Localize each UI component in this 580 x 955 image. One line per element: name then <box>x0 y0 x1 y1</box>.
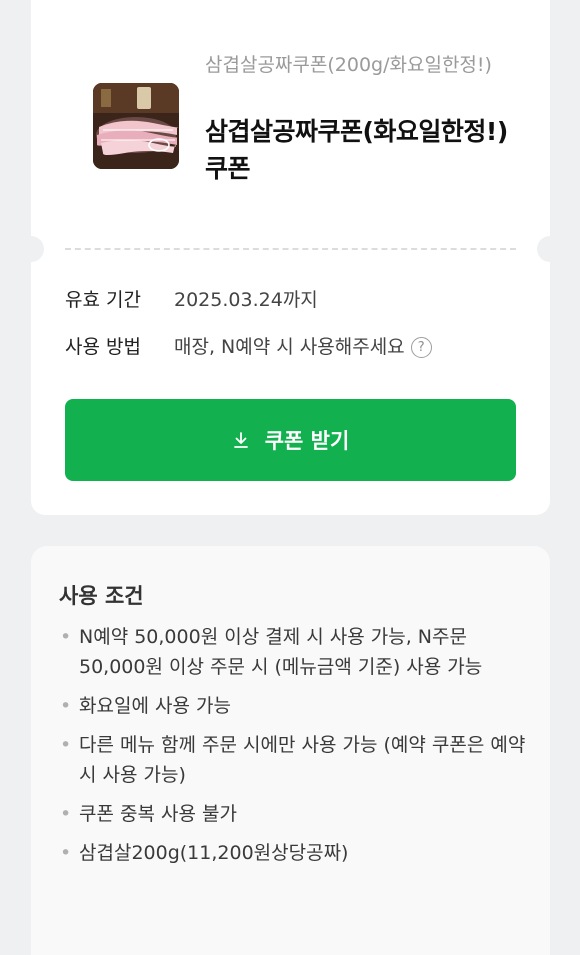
condition-item: • N예약 50,000원 이상 결제 시 사용 가능, N주문 50,000원 … <box>59 622 529 682</box>
dashed-divider <box>65 248 516 250</box>
coupon-card: 삼겹살공짜쿠폰(200g/화요일한정!) 삼겹살공짜쿠폰(화요일한정!) 쿠폰 … <box>18 0 563 515</box>
validity-row: 유효 기간 2025.03.24까지 <box>65 287 318 313</box>
condition-item: • 쿠폰 중복 사용 불가 <box>59 799 529 829</box>
usage-label: 사용 방법 <box>65 336 141 358</box>
condition-text: 화요일에 사용 가능 <box>79 695 231 717</box>
bullet-icon: • <box>60 695 72 717</box>
condition-item: • 화요일에 사용 가능 <box>59 691 529 721</box>
bullet-icon: • <box>60 803 72 825</box>
bullet-icon: • <box>60 734 72 756</box>
condition-item: • 삼겹살200g(11,200원상당공짜) <box>59 838 529 868</box>
coupon-thumbnail <box>93 83 179 169</box>
validity-label: 유효 기간 <box>65 289 141 311</box>
question-circle-icon[interactable]: ? <box>410 336 432 358</box>
ticket-notch-left <box>18 236 44 262</box>
conditions-heading: 사용 조건 <box>59 584 144 608</box>
coupon-title: 삼겹살공짜쿠폰(화요일한정!) 쿠폰 <box>205 117 508 183</box>
download-coupon-button[interactable]: 쿠폰 받기 <box>65 399 516 481</box>
condition-text: 삼겹살200g(11,200원상당공짜) <box>79 842 349 864</box>
usage-row: 사용 방법 매장, N예약 시 사용해주세요 ? <box>65 334 432 360</box>
ticket-notch-right <box>537 236 563 262</box>
download-button-label: 쿠폰 받기 <box>264 429 350 453</box>
samgyeopsal-photo-icon <box>93 83 179 169</box>
coupon-page: 삼겹살공짜쿠폰(200g/화요일한정!) 삼겹살공짜쿠폰(화요일한정!) 쿠폰 … <box>0 0 580 955</box>
condition-text: 쿠폰 중복 사용 불가 <box>79 803 237 825</box>
usage-value: 매장, N예약 시 사용해주세요 <box>174 336 405 358</box>
coupon-subtitle: 삼겹살공짜쿠폰(200g/화요일한정!) <box>205 54 492 76</box>
bullet-icon: • <box>60 842 72 864</box>
download-icon <box>232 431 250 449</box>
validity-value: 2025.03.24까지 <box>174 289 318 311</box>
condition-text: 다른 메뉴 함께 주문 시에만 사용 가능 (예약 쿠폰은 예약시 사용 가능) <box>79 734 526 786</box>
condition-item: • 다른 메뉴 함께 주문 시에만 사용 가능 (예약 쿠폰은 예약시 사용 가능… <box>59 730 529 790</box>
bullet-icon: • <box>60 626 72 648</box>
conditions-card: 사용 조건 • N예약 50,000원 이상 결제 시 사용 가능, N주문 50… <box>31 546 550 955</box>
condition-text: N예약 50,000원 이상 결제 시 사용 가능, N주문 50,000원 이… <box>79 626 483 678</box>
conditions-list: • N예약 50,000원 이상 결제 시 사용 가능, N주문 50,000원 … <box>59 622 529 877</box>
